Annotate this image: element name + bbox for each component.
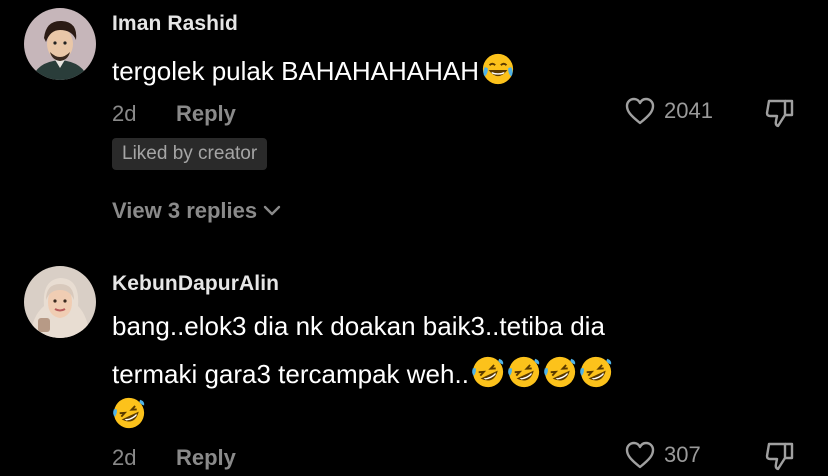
comment-age: 2d (112, 101, 137, 126)
thumbs-down-icon (765, 99, 794, 128)
heart-outline-icon (625, 97, 655, 125)
avatar-kebundapuralin[interactable] (24, 266, 96, 338)
comment-text-line-2: termaki gara3 tercampak weh.. (112, 351, 613, 397)
like-count: 307 (664, 442, 701, 467)
chevron-down-icon (263, 205, 281, 216)
rofl-emoji-icon (472, 356, 504, 388)
rofl-emoji-icon (580, 356, 612, 388)
reply-button[interactable]: Reply (176, 101, 236, 127)
username[interactable]: Iman Rashid (112, 12, 238, 36)
view-replies-label: View 3 replies (112, 198, 258, 223)
comment-text-body: termaki gara3 tercampak weh.. (112, 359, 469, 389)
like-button[interactable]: 2041 (624, 96, 713, 126)
rofl-emoji-icon (544, 356, 576, 388)
view-replies-button[interactable]: View 3 replies (112, 198, 281, 224)
comment-age: 2d (112, 445, 137, 470)
comment-text-line-1: bang..elok3 dia nk doakan baik3..tetiba … (112, 311, 605, 341)
dislike-button[interactable] (764, 97, 796, 134)
comment-text: tergolek pulak BAHAHAHAHAH (112, 48, 515, 94)
comments-panel: Iman Rashid tergolek pulak BAHAHAHAHAH 2… (0, 0, 828, 476)
comment-text-body: tergolek pulak BAHAHAHAHAH (112, 56, 480, 86)
rofl-emoji-icon (113, 397, 145, 429)
reply-button[interactable]: Reply (176, 445, 236, 471)
like-count: 2041 (664, 98, 713, 123)
avatar-iman-rashid[interactable] (24, 8, 96, 80)
username[interactable]: KebunDapurAlin (112, 272, 279, 296)
liked-by-creator-badge: Liked by creator (112, 138, 268, 170)
heart-outline-icon (625, 441, 655, 469)
rofl-emoji-icon (508, 356, 540, 388)
joy-emoji-icon (482, 53, 514, 85)
like-button[interactable]: 307 (624, 440, 701, 470)
dislike-button[interactable] (764, 440, 796, 476)
comment-text-line-3 (112, 392, 146, 438)
thumbs-down-icon (765, 442, 794, 471)
